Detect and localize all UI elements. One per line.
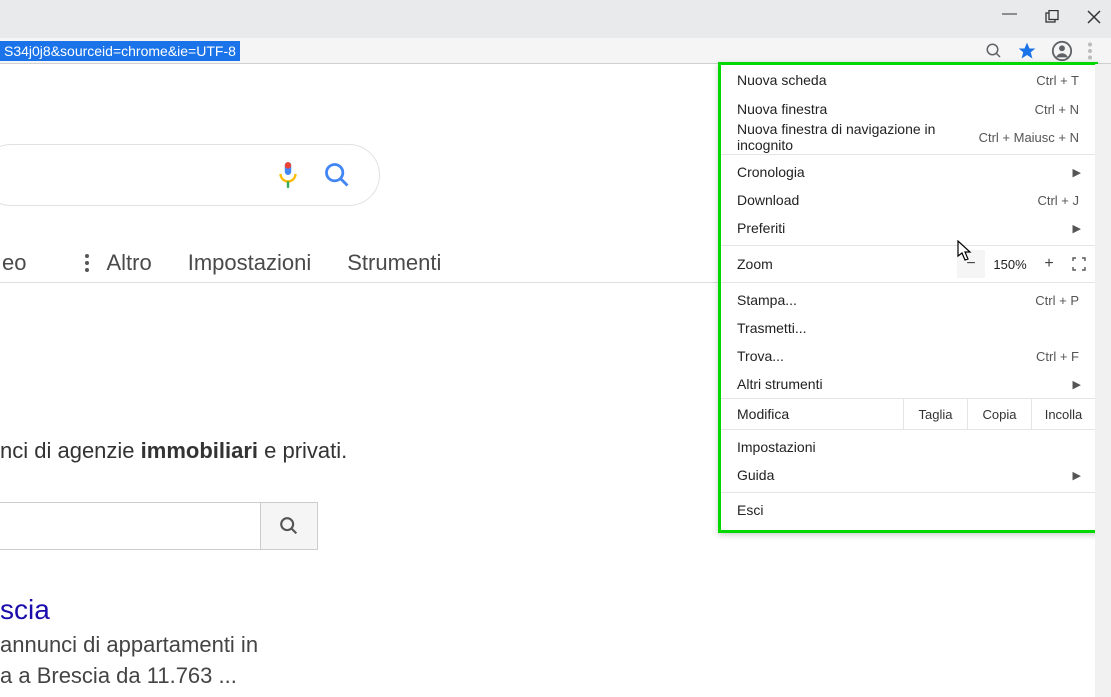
google-search-box[interactable]	[0, 144, 380, 206]
menu-help[interactable]: Guida ▶	[721, 461, 1095, 489]
menu-find[interactable]: Trova... Ctrl + F	[721, 342, 1095, 370]
menu-incognito[interactable]: Nuova finestra di navigazione in incogni…	[721, 123, 1095, 151]
menu-exit[interactable]: Esci	[721, 496, 1095, 524]
search-tab-tools[interactable]: Strumenti	[339, 242, 449, 284]
window-titlebar: —	[0, 0, 1111, 38]
vertical-scrollbar[interactable]	[1095, 64, 1111, 697]
search-tab-more[interactable]: Altro	[98, 242, 159, 284]
menu-cast[interactable]: Trasmetti...	[721, 314, 1095, 342]
menu-downloads[interactable]: Download Ctrl + J	[721, 186, 1095, 214]
edit-copy-button[interactable]: Copia	[967, 398, 1031, 430]
profile-icon[interactable]	[1051, 40, 1073, 62]
site-search-input[interactable]	[0, 502, 260, 550]
menu-new-tab[interactable]: Nuova scheda Ctrl + T	[721, 65, 1095, 95]
menu-divider	[721, 282, 1095, 283]
fullscreen-button[interactable]	[1063, 257, 1095, 271]
menu-zoom: Zoom − 150% +	[721, 249, 1095, 279]
search-tabs: eo Altro Impostazioni Strumenti	[0, 242, 449, 284]
menu-divider	[721, 154, 1095, 155]
search-tab-settings[interactable]: Impostazioni	[180, 242, 320, 284]
menu-more-tools[interactable]: Altri strumenti ▶	[721, 370, 1095, 398]
edit-paste-button[interactable]: Incolla	[1031, 398, 1095, 430]
address-bar-actions	[985, 40, 1111, 62]
zoom-value: 150%	[985, 257, 1035, 272]
chevron-right-icon: ▶	[1073, 378, 1081, 391]
chevron-right-icon: ▶	[1073, 222, 1081, 235]
menu-edit-row: Modifica Taglia Copia Incolla	[721, 398, 1095, 430]
zoom-in-button[interactable]: +	[1035, 250, 1063, 278]
site-search-button[interactable]	[260, 502, 318, 550]
site-search	[0, 502, 318, 550]
voice-search-icon[interactable]	[275, 160, 301, 190]
menu-history[interactable]: Cronologia ▶	[721, 158, 1095, 186]
chevron-right-icon: ▶	[1073, 166, 1081, 179]
menu-divider	[721, 245, 1095, 246]
zoom-indicator-icon[interactable]	[985, 42, 1003, 60]
result-title-link[interactable]: scia	[0, 594, 50, 626]
maximize-button[interactable]	[1045, 10, 1059, 28]
bookmark-star-icon[interactable]	[1017, 41, 1037, 61]
menu-bookmarks[interactable]: Preferiti ▶	[721, 214, 1095, 242]
search-icon[interactable]	[323, 161, 351, 189]
result-snippet: nci di agenzie immobiliari e privati.	[0, 438, 347, 464]
result-description: annunci di appartamenti in a a Brescia d…	[0, 630, 258, 692]
menu-new-window[interactable]: Nuova finestra Ctrl + N	[721, 95, 1095, 123]
tabs-separator	[0, 282, 718, 283]
address-bar[interactable]: S34j0j8&sourceid=chrome&ie=UTF-8	[0, 38, 1111, 64]
chevron-right-icon: ▶	[1073, 469, 1081, 482]
chrome-menu-icon[interactable]	[1087, 42, 1093, 60]
edit-cut-button[interactable]: Taglia	[903, 398, 967, 430]
url-text[interactable]: S34j0j8&sourceid=chrome&ie=UTF-8	[0, 41, 240, 61]
menu-settings[interactable]: Impostazioni	[721, 433, 1095, 461]
search-icon	[278, 515, 300, 537]
more-dots-icon	[84, 252, 90, 274]
close-button[interactable]	[1087, 10, 1101, 28]
minimize-button[interactable]: —	[1002, 5, 1017, 22]
menu-print[interactable]: Stampa... Ctrl + P	[721, 286, 1095, 314]
search-tab-truncated[interactable]: eo	[0, 242, 34, 284]
chrome-main-menu: Nuova scheda Ctrl + T Nuova finestra Ctr…	[718, 62, 1098, 533]
menu-divider	[721, 492, 1095, 493]
zoom-out-button[interactable]: −	[957, 250, 985, 278]
